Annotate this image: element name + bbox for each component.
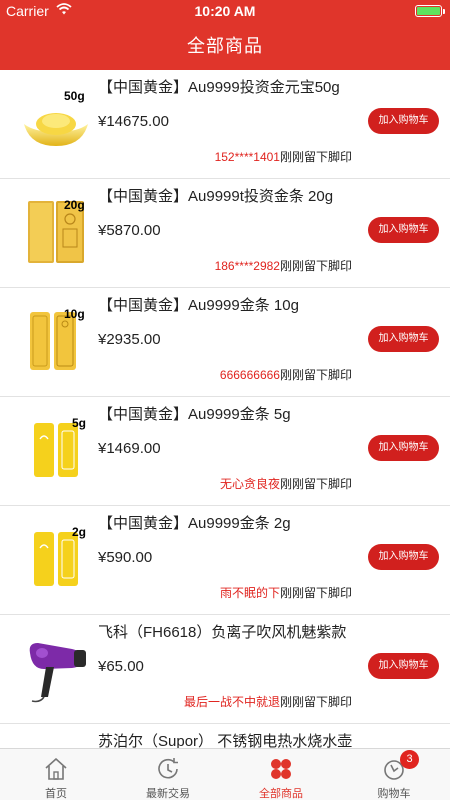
product-price: ¥5870.00 xyxy=(98,222,161,239)
product-price: ¥1469.00 xyxy=(98,440,161,457)
home-icon xyxy=(45,758,67,780)
footprint-label: 刚刚留下脚印 xyxy=(279,368,352,382)
add-to-cart-button[interactable]: 加入购物车 xyxy=(368,326,439,352)
footprint-user: 186****2982 xyxy=(214,259,280,273)
footprint-text: 最后一战不中就退刚刚留下脚印 xyxy=(184,693,352,710)
footprint-label: 刚刚留下脚印 xyxy=(279,695,352,709)
footprint-user: 雨不眠的下 xyxy=(219,586,280,600)
battery-icon xyxy=(415,5,445,17)
footprint-user: 666666666 xyxy=(219,368,280,382)
product-price: ¥590.00 xyxy=(98,549,153,566)
tab-label: 首页 xyxy=(45,788,67,800)
product-row[interactable]: 2g 【中国黄金】Au9999金条 2g ¥590.00 加入购物车 雨不眠的下… xyxy=(0,506,450,615)
footprint-label: 刚刚留下脚印 xyxy=(279,150,352,164)
footprint-text: 152****1401刚刚留下脚印 xyxy=(215,148,352,165)
footprint-user: 152****1401 xyxy=(214,150,280,164)
product-price: ¥65.00 xyxy=(98,658,144,675)
footprint-user: 最后一战不中就退 xyxy=(183,695,280,709)
product-name[interactable]: 【中国黄金】Au9999投资金元宝50g xyxy=(98,76,340,97)
tab-home[interactable]: 首页 xyxy=(0,749,112,800)
weight-tag: 20g xyxy=(64,198,85,212)
hair-dryer-icon xyxy=(29,643,86,703)
product-name[interactable]: 苏泊尔（Supor） 不锈钢电热水烧水壶 xyxy=(98,730,352,748)
product-row[interactable]: 20g 【中国黄金】Au9999t投资金条 20g ¥5870.00 加入购物车… xyxy=(0,179,450,288)
weight-tag: 5g xyxy=(72,416,87,430)
tab-label: 最新交易 xyxy=(146,788,190,800)
status-bar: Carrier 10:20 AM xyxy=(0,0,450,22)
product-list[interactable]: 50g 【中国黄金】Au9999投资金元宝50g ¥14675.00 加入购物车… xyxy=(0,70,450,748)
four-petal-grid-icon xyxy=(271,759,291,779)
product-name[interactable]: 【中国黄金】Au9999金条 2g xyxy=(98,512,291,533)
product-row[interactable]: 苏泊尔（Supor） 不锈钢电热水烧水壶 xyxy=(0,724,450,748)
add-to-cart-button[interactable]: 加入购物车 xyxy=(368,653,439,679)
tab-label: 购物车 xyxy=(377,788,411,800)
nav-bar: 全部商品 xyxy=(0,22,450,70)
add-to-cart-button[interactable]: 加入购物车 xyxy=(368,108,439,134)
footprint-label: 刚刚留下脚印 xyxy=(279,477,352,491)
product-name[interactable]: 飞科（FH6618）负离子吹风机魅紫款 xyxy=(98,621,346,642)
tab-latest-trades[interactable]: 最新交易 xyxy=(112,749,224,800)
page-title: 全部商品 xyxy=(187,36,263,56)
add-to-cart-button[interactable]: 加入购物车 xyxy=(368,435,439,461)
add-to-cart-button[interactable]: 加入购物车 xyxy=(368,217,439,243)
weight-tag: 2g xyxy=(72,525,87,539)
product-row[interactable]: 5g 【中国黄金】Au9999金条 5g ¥1469.00 加入购物车 无心贪良… xyxy=(0,397,450,506)
product-name[interactable]: 【中国黄金】Au9999金条 10g xyxy=(98,294,299,315)
footprint-text: 186****2982刚刚留下脚印 xyxy=(215,257,352,274)
clock-time: 10:20 AM xyxy=(194,3,256,19)
footprint-text: 666666666刚刚留下脚印 xyxy=(220,366,352,383)
product-price: ¥14675.00 xyxy=(98,113,169,130)
footprint-label: 刚刚留下脚印 xyxy=(279,259,352,273)
footprint-label: 刚刚留下脚印 xyxy=(279,586,352,600)
footprint-text: 无心贪良夜刚刚留下脚印 xyxy=(220,475,352,492)
product-row[interactable]: 10g 【中国黄金】Au9999金条 10g ¥2935.00 加入购物车 66… xyxy=(0,288,450,397)
clock-refresh-icon xyxy=(158,758,178,779)
product-name[interactable]: 【中国黄金】Au9999金条 5g xyxy=(98,403,291,424)
product-name[interactable]: 【中国黄金】Au9999t投资金条 20g xyxy=(98,185,333,206)
tab-all-products[interactable]: 全部商品 xyxy=(225,749,337,800)
footprint-user: 无心贪良夜 xyxy=(219,477,280,491)
weight-tag: 10g xyxy=(64,307,85,321)
tab-label: 全部商品 xyxy=(259,788,303,800)
tab-cart[interactable]: 3 购物车 xyxy=(338,749,450,800)
tab-bar: 首页 最新交易 全部商品 3 购物车 xyxy=(0,748,450,800)
add-to-cart-button[interactable]: 加入购物车 xyxy=(368,544,439,570)
cart-count-badge: 3 xyxy=(400,750,419,769)
footprint-text: 雨不眠的下刚刚留下脚印 xyxy=(220,584,352,601)
product-row[interactable]: 飞科（FH6618）负离子吹风机魅紫款 ¥65.00 加入购物车 最后一战不中就… xyxy=(0,615,450,724)
product-row[interactable]: 50g 【中国黄金】Au9999投资金元宝50g ¥14675.00 加入购物车… xyxy=(0,70,450,179)
weight-tag: 50g xyxy=(64,89,85,103)
product-price: ¥2935.00 xyxy=(98,331,161,348)
